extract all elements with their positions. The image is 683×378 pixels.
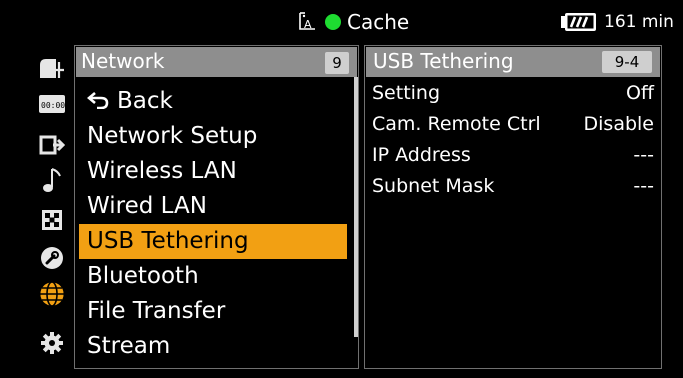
cache-indicator: A Cache (297, 9, 409, 35)
menu-item-stream[interactable]: Stream (79, 329, 347, 364)
menu-item-file-transfer[interactable]: File Transfer (79, 294, 347, 329)
camera-settings-icon[interactable] (36, 53, 68, 83)
battery-indicator: 161 min (560, 9, 674, 35)
menu-item-label: Wired LAN (87, 193, 207, 219)
audio-note-icon[interactable] (36, 165, 68, 195)
category-sidebar: 00:00 (30, 45, 74, 365)
menu-item-usb-tethering[interactable]: USB Tethering (79, 224, 347, 259)
detail-value: --- (633, 144, 654, 166)
menu-item-label: Back (117, 88, 173, 114)
cache-label: Cache (347, 10, 410, 34)
menu-item-label: Wireless LAN (87, 158, 237, 184)
detail-value: Disable (583, 113, 654, 135)
back-arrow-icon (86, 84, 109, 119)
timecode-icon[interactable]: 00:00 (36, 89, 68, 119)
detail-label: IP Address (372, 144, 471, 166)
battery-remaining: 161 min (604, 12, 674, 32)
menu-page-badge: 9 (325, 52, 349, 74)
menu-item-label: Bluetooth (87, 263, 199, 289)
menu-item-wired-lan[interactable]: Wired LAN (79, 189, 347, 224)
menu-header: Network 9 (76, 47, 357, 77)
menu-list: Back Network Setup Wireless LAN Wired LA… (79, 84, 347, 364)
network-globe-icon[interactable] (36, 279, 68, 309)
detail-value: --- (633, 175, 654, 197)
battery-icon (560, 11, 600, 33)
status-bar: A Cache 161 min (0, 0, 683, 42)
menu-item-bluetooth[interactable]: Bluetooth (79, 259, 347, 294)
gear-icon[interactable] (36, 328, 68, 358)
wrench-icon[interactable] (36, 243, 68, 273)
menu-item-label: USB Tethering (87, 228, 249, 254)
detail-row-setting[interactable]: Setting Off (372, 78, 654, 109)
detail-row-subnet-mask[interactable]: Subnet Mask --- (372, 171, 654, 202)
detail-page-badge: 9-4 (602, 51, 652, 73)
usb-tethering-detail-panel: USB Tethering 9-4 Setting Off Cam. Remot… (364, 45, 662, 369)
detail-header: USB Tethering 9-4 (366, 47, 660, 77)
detail-title: USB Tethering (373, 49, 514, 73)
network-menu-panel: Network 9 Back Network Setup Wireless LA… (74, 45, 359, 369)
menu-item-label: File Transfer (87, 298, 226, 324)
menu-item-wireless-lan[interactable]: Wireless LAN (79, 154, 347, 189)
detail-row-cam-remote-ctrl[interactable]: Cam. Remote Ctrl Disable (372, 109, 654, 140)
detail-label: Setting (372, 82, 441, 104)
svg-text:00:00: 00:00 (41, 101, 65, 110)
detail-value: Off (625, 82, 654, 104)
menu-item-label: Network Setup (87, 123, 258, 149)
svg-text:A: A (304, 18, 312, 31)
cache-media-icon: A (297, 11, 319, 33)
menu-title: Network (81, 49, 165, 73)
menu-item-back[interactable]: Back (79, 84, 347, 119)
detail-list: Setting Off Cam. Remote Ctrl Disable IP … (372, 78, 654, 202)
detail-label: Cam. Remote Ctrl (372, 113, 541, 135)
output-icon[interactable] (36, 130, 68, 160)
menu-item-network-setup[interactable]: Network Setup (79, 119, 347, 154)
cache-status-dot (325, 14, 341, 30)
menu-scrollbar[interactable] (354, 77, 358, 337)
checker-icon[interactable] (36, 205, 68, 235)
detail-label: Subnet Mask (372, 175, 495, 197)
detail-row-ip-address[interactable]: IP Address --- (372, 140, 654, 171)
menu-item-label: Stream (87, 333, 171, 359)
